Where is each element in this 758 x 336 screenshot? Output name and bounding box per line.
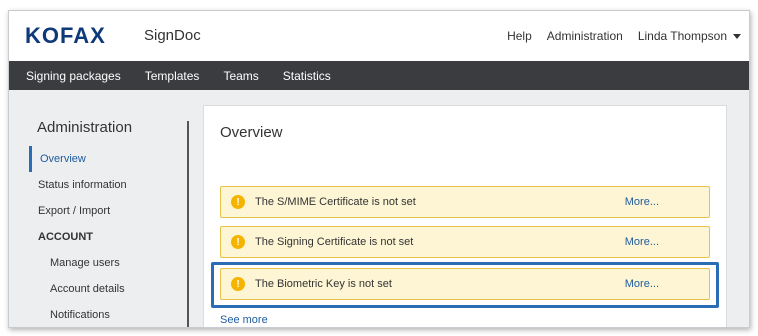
alert-text: The Signing Certificate is not set: [255, 236, 414, 248]
user-name: Linda Thompson: [637, 29, 727, 43]
product-name: SignDoc: [144, 27, 201, 44]
exclamation-circle-icon: !: [231, 235, 245, 249]
alert-text: The Biometric Key is not set: [255, 278, 392, 290]
overview-panel: Overview ! The S/MIME Certificate is not…: [203, 105, 727, 327]
exclamation-circle-icon: !: [231, 277, 245, 291]
top-links: Help Administration Linda Thompson: [507, 29, 741, 43]
alert-text: The S/MIME Certificate is not set: [255, 196, 416, 208]
sidebar-divider: [187, 121, 189, 327]
caret-down-icon: [733, 34, 741, 40]
alert-more-link[interactable]: More...: [625, 196, 659, 208]
sidebar-item-notifications[interactable]: Notifications: [29, 302, 189, 327]
admin-sidebar: Administration Overview Status informati…: [29, 119, 189, 327]
alert-more-link[interactable]: More...: [625, 236, 659, 248]
nav-teams[interactable]: Teams: [223, 69, 258, 83]
app-window: KOFAX SignDoc Help Administration Linda …: [8, 10, 750, 328]
top-bar: KOFAX SignDoc Help Administration Linda …: [9, 11, 749, 61]
sidebar-item-account-details[interactable]: Account details: [29, 276, 189, 302]
alert-biometric-key: ! The Biometric Key is not set More...: [220, 268, 710, 300]
main-nav: Signing packages Templates Teams Statist…: [9, 61, 749, 90]
see-more-link[interactable]: See more: [220, 314, 268, 326]
alert-signing-certificate: ! The Signing Certificate is not set Mor…: [220, 226, 710, 258]
sidebar-item-overview[interactable]: Overview: [29, 146, 189, 172]
user-menu[interactable]: Linda Thompson: [638, 29, 741, 43]
alert-smime-certificate: ! The S/MIME Certificate is not set More…: [220, 186, 710, 218]
nav-signing-packages[interactable]: Signing packages: [26, 69, 121, 83]
alert-more-link[interactable]: More...: [625, 278, 659, 290]
sidebar-section-account: ACCOUNT: [38, 231, 93, 243]
sidebar-item-export-import[interactable]: Export / Import: [29, 198, 189, 224]
exclamation-circle-icon: !: [231, 195, 245, 209]
kofax-logo: KOFAX: [25, 23, 106, 48]
page-title: Overview: [220, 124, 283, 141]
sidebar-item-manage-users[interactable]: Manage users: [29, 250, 189, 276]
sidebar-item-status-information[interactable]: Status information: [29, 172, 189, 198]
administration-link[interactable]: Administration: [547, 29, 623, 43]
help-link[interactable]: Help: [507, 29, 532, 43]
nav-templates[interactable]: Templates: [145, 69, 200, 83]
nav-statistics[interactable]: Statistics: [283, 69, 331, 83]
sidebar-title: Administration: [37, 119, 133, 136]
